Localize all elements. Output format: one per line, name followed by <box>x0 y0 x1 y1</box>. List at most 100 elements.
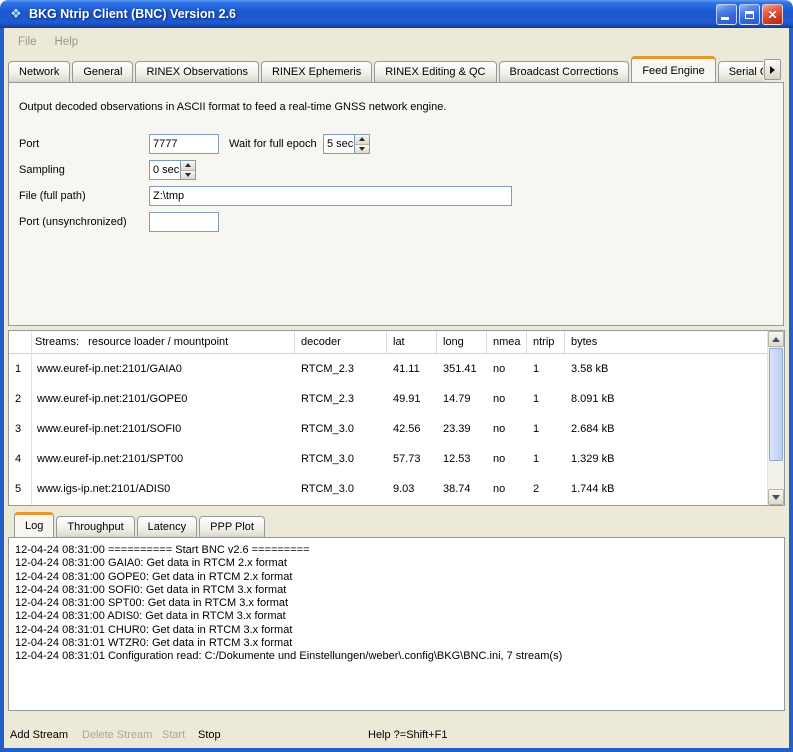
table-scrollbar[interactable] <box>767 331 784 505</box>
cell-decoder: RTCM_2.3 <box>295 354 387 384</box>
table-row[interactable]: 5 www.igs-ip.net:2101/ADIS0 RTCM_3.0 9.0… <box>9 474 767 504</box>
minimize-button[interactable] <box>716 4 737 25</box>
spin-down-icon <box>359 147 365 151</box>
cell-mountpoint: www.euref-ip.net:2101/GOPE0 <box>31 384 295 414</box>
cell-decoder: RTCM_3.0 <box>295 444 387 474</box>
window-border-right <box>789 28 793 752</box>
header-ntrip: ntrip <box>527 331 565 353</box>
header-bytes: bytes <box>565 331 767 353</box>
sampling-spinbox[interactable]: 0 sec <box>149 160 196 180</box>
tab-latency[interactable]: Latency <box>137 516 198 537</box>
cell-lat: 9.03 <box>387 474 437 504</box>
spin-up-icon <box>359 137 365 141</box>
cell-mountpoint: www.euref-ip.net:2101/SPT00 <box>31 444 295 474</box>
cell-decoder: RTCM_2.3 <box>295 384 387 414</box>
wait-epoch-value: 5 sec <box>324 135 354 153</box>
cell-bytes: 2.684 kB <box>565 414 767 444</box>
cell-ntrip: 2 <box>527 474 565 504</box>
scrollbar-thumb[interactable] <box>769 348 783 461</box>
spin-up-icon <box>185 163 191 167</box>
spin-buttons <box>354 135 369 153</box>
app-icon: ❖ <box>7 6 25 22</box>
cell-decoder: RTCM_3.0 <box>295 474 387 504</box>
table-row[interactable]: 3 www.euref-ip.net:2101/SOFI0 RTCM_3.0 4… <box>9 414 767 444</box>
header-lat: lat <box>387 331 437 353</box>
port-input[interactable] <box>149 134 219 154</box>
app-window: ❖ BKG Ntrip Client (BNC) Version 2.6 ✕ F… <box>0 0 793 752</box>
menu-help[interactable]: Help <box>46 33 88 51</box>
cell-mountpoint: www.euref-ip.net:2101/GAIA0 <box>31 354 295 384</box>
table-row[interactable]: 2 www.euref-ip.net:2101/GOPE0 RTCM_2.3 4… <box>9 384 767 414</box>
menu-bar: File Help <box>4 28 789 55</box>
file-path-input[interactable] <box>149 186 512 206</box>
cell-bytes: 3.58 kB <box>565 354 767 384</box>
cell-long: 12.53 <box>437 444 487 474</box>
log-line: 12-04-24 08:31:01 Configuration read: C:… <box>15 650 778 663</box>
spin-up-button[interactable] <box>355 135 369 144</box>
row-header-separator <box>31 331 32 505</box>
log-line: 12-04-24 08:31:00 SOFI0: Get data in RTC… <box>15 584 778 597</box>
table-row[interactable]: 1 www.euref-ip.net:2101/GAIA0 RTCM_2.3 4… <box>9 354 767 384</box>
close-button[interactable]: ✕ <box>762 4 783 25</box>
delete-stream-button[interactable]: Delete Stream <box>82 729 152 741</box>
spin-down-button[interactable] <box>181 170 195 180</box>
tab-scroll-right-button[interactable] <box>764 59 781 80</box>
menu-file[interactable]: File <box>9 33 46 51</box>
cell-nmea: no <box>487 384 527 414</box>
start-button[interactable]: Start <box>162 729 185 741</box>
tab-throughput[interactable]: Throughput <box>56 516 134 537</box>
scroll-up-button[interactable] <box>768 331 784 347</box>
scroll-up-icon <box>772 337 780 342</box>
tab-broadcast-corrections[interactable]: Broadcast Corrections <box>499 61 630 82</box>
maximize-icon <box>745 11 754 19</box>
table-row[interactable]: 4 www.euref-ip.net:2101/SPT00 RTCM_3.0 5… <box>9 444 767 474</box>
window-border-bottom <box>0 748 793 752</box>
window-title: BKG Ntrip Client (BNC) Version 2.6 <box>29 7 236 21</box>
cell-long: 23.39 <box>437 414 487 444</box>
cell-mountpoint: www.igs-ip.net:2101/ADIS0 <box>31 474 295 504</box>
tab-ppp-plot[interactable]: PPP Plot <box>199 516 265 537</box>
row-number: 1 <box>9 354 31 384</box>
header-nmea: nmea <box>487 331 527 353</box>
tab-rinex-observations[interactable]: RINEX Observations <box>135 61 258 82</box>
log-line: 12-04-24 08:31:01 WTZR0: Get data in RTC… <box>15 637 778 650</box>
spin-up-button[interactable] <box>181 161 195 170</box>
cell-nmea: no <box>487 354 527 384</box>
cell-mountpoint: www.euref-ip.net:2101/SOFI0 <box>31 414 295 444</box>
main-tab-bar: Network General RINEX Observations RINEX… <box>8 56 763 82</box>
cell-lat: 57.73 <box>387 444 437 474</box>
cell-nmea: no <box>487 444 527 474</box>
log-panel[interactable]: 12-04-24 08:31:00 ========== Start BNC v… <box>8 537 785 711</box>
title-bar: ❖ BKG Ntrip Client (BNC) Version 2.6 ✕ <box>0 0 793 28</box>
tab-network[interactable]: Network <box>8 61 70 82</box>
maximize-button[interactable] <box>739 4 760 25</box>
cell-lat: 42.56 <box>387 414 437 444</box>
scroll-down-button[interactable] <box>768 489 784 505</box>
row-number: 5 <box>9 474 31 504</box>
cell-bytes: 1.329 kB <box>565 444 767 474</box>
window-border-left <box>0 28 4 752</box>
scrollbar-track[interactable] <box>768 462 784 489</box>
cell-ntrip: 1 <box>527 384 565 414</box>
wait-epoch-spinbox[interactable]: 5 sec <box>323 134 370 154</box>
log-line: 12-04-24 08:31:00 ========== Start BNC v… <box>15 544 778 557</box>
tab-rinex-ephemeris[interactable]: RINEX Ephemeris <box>261 61 372 82</box>
port-label: Port <box>19 138 39 150</box>
row-number: 3 <box>9 414 31 444</box>
tab-rinex-editing-qc[interactable]: RINEX Editing & QC <box>374 61 496 82</box>
sampling-label: Sampling <box>19 164 65 176</box>
add-stream-button[interactable]: Add Stream <box>10 729 68 741</box>
spin-down-button[interactable] <box>355 144 369 154</box>
cell-nmea: no <box>487 474 527 504</box>
stop-button[interactable]: Stop <box>198 729 221 741</box>
port-unsync-input[interactable] <box>149 212 219 232</box>
cell-long: 351.41 <box>437 354 487 384</box>
tab-serial-output[interactable]: Serial Output <box>718 61 763 82</box>
tab-log[interactable]: Log <box>14 512 54 537</box>
tab-feed-engine[interactable]: Feed Engine <box>631 56 715 82</box>
window-controls: ✕ <box>716 4 783 25</box>
cell-long: 14.79 <box>437 384 487 414</box>
cell-bytes: 1.744 kB <box>565 474 767 504</box>
tab-general[interactable]: General <box>72 61 133 82</box>
header-decoder: decoder <box>295 331 387 353</box>
